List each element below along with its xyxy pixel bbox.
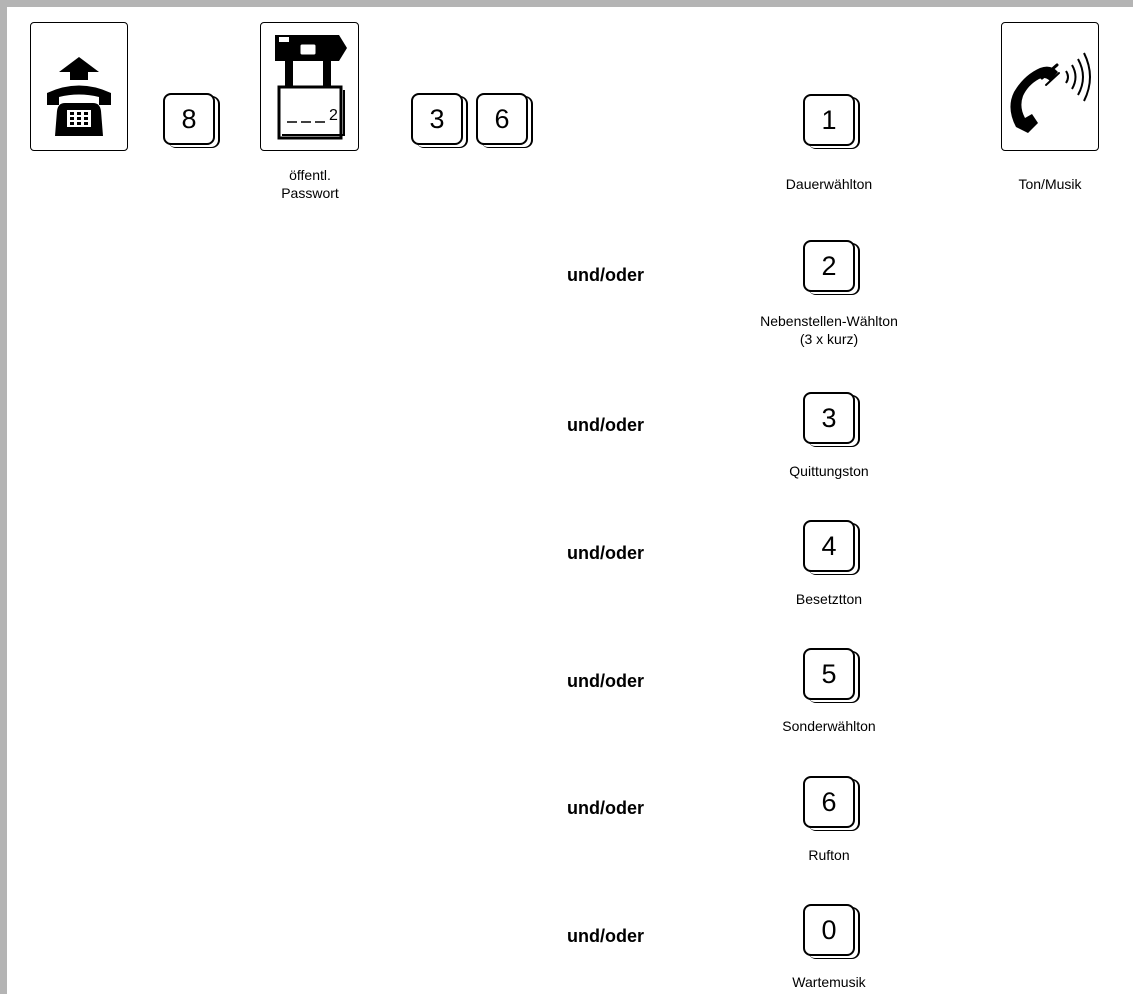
lift-handset-card bbox=[30, 22, 128, 151]
public-password-card: 2 bbox=[260, 22, 359, 151]
option-label-5: Sonderwählton bbox=[782, 718, 876, 734]
and-or-connector-2: und/oder bbox=[567, 265, 644, 285]
option-key-6: 6 bbox=[803, 776, 855, 828]
handset-ringing-icon bbox=[1010, 52, 1091, 133]
option-label-6: Rufton bbox=[808, 847, 850, 863]
frame-top-border bbox=[0, 0, 1133, 7]
frame-left-border bbox=[0, 0, 7, 994]
and-or-connector-7: und/oder bbox=[567, 926, 644, 946]
option-label-0: Wartemusik bbox=[792, 974, 866, 990]
and-or-connector-6: und/oder bbox=[567, 798, 644, 818]
option-key-1: 1 bbox=[803, 94, 855, 146]
option-key-5: 5 bbox=[803, 648, 855, 700]
key-3: 3 bbox=[411, 93, 463, 145]
public-password-label: öffentl. Passwort bbox=[281, 167, 339, 201]
padlock-password-icon: 2 bbox=[275, 35, 347, 140]
option-key-4: 4 bbox=[803, 520, 855, 572]
option-key-3: 3 bbox=[803, 392, 855, 444]
and-or-connector-5: und/oder bbox=[567, 671, 644, 691]
tone-music-card bbox=[1001, 22, 1099, 151]
option-label-3: Quittungston bbox=[789, 463, 869, 479]
tone-music-label: Ton/Musik bbox=[1018, 176, 1082, 192]
and-or-connector-4: und/oder bbox=[567, 543, 644, 563]
option-label-1: Dauerwählton bbox=[785, 176, 873, 192]
and-or-connector-3: und/oder bbox=[567, 415, 644, 435]
handset-lift-icon bbox=[47, 57, 111, 136]
key-6: 6 bbox=[476, 93, 528, 145]
option-label-4: Besetztton bbox=[795, 591, 863, 607]
option-key-2: 2 bbox=[803, 240, 855, 292]
option-key-0: 0 bbox=[803, 904, 855, 956]
key-8: 8 bbox=[163, 93, 215, 145]
lock-digit: 2 bbox=[329, 107, 338, 124]
option-label-2: Nebenstellen-Wählton (3 x kurz) bbox=[760, 313, 898, 347]
